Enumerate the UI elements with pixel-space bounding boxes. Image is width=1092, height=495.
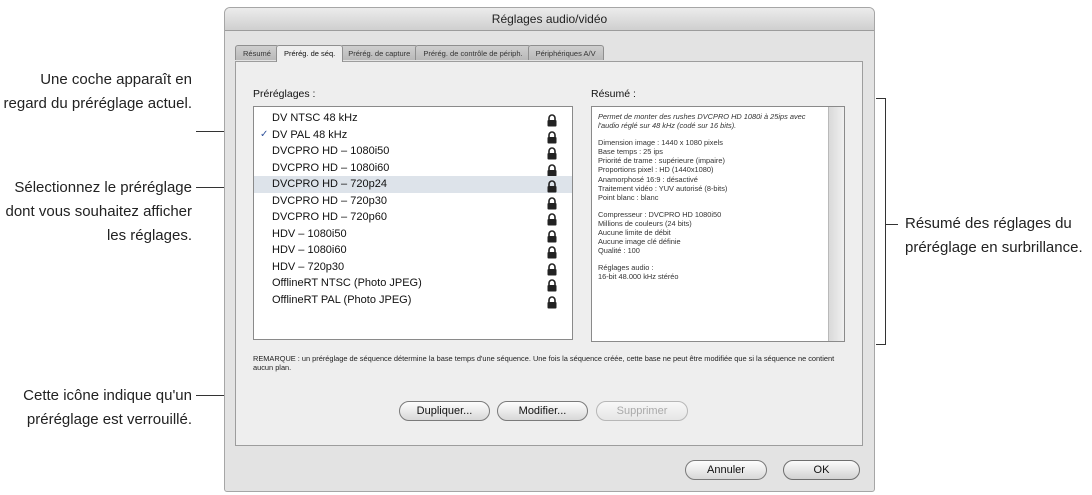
lock-icon bbox=[546, 277, 558, 292]
summary-line: Proportions pixel : HD (1440x1080) bbox=[598, 165, 714, 175]
preset-label: DV PAL 48 kHz bbox=[272, 128, 348, 141]
summary-line: Base temps : 25 ips bbox=[598, 147, 663, 157]
current-checkmark-icon: ✓ bbox=[260, 128, 269, 140]
preset-label: HDV – 720p30 bbox=[272, 260, 345, 273]
preset-label: HDV – 1080i60 bbox=[272, 244, 347, 256]
preset-label: DVCPRO HD – 1080i60 bbox=[272, 161, 390, 174]
summary-block-image: Dimension image : 1440 x 1080 pixels Base… bbox=[598, 138, 818, 202]
presets-heading: Préréglages : bbox=[253, 88, 316, 100]
summary-line: Millions de couleurs (24 bits) bbox=[598, 218, 692, 228]
summary-line: Compresseur : DVCPRO HD 1080i50 bbox=[598, 209, 722, 219]
preset-label: DVCPRO HD – 720p60 bbox=[272, 211, 387, 223]
preset-row[interactable]: HDV – 1080i50 bbox=[254, 226, 572, 242]
preset-label: DVCPRO HD – 720p30 bbox=[272, 194, 387, 207]
ok-button[interactable]: OK bbox=[783, 460, 860, 480]
summary-bracket-bottom bbox=[876, 344, 886, 345]
summary-line: Aucune limite de débit bbox=[598, 228, 671, 238]
summary-line: Traitement vidéo : YUV autorisé (8-bits) bbox=[598, 183, 728, 193]
sequence-presets-panel: Préréglages : Résumé : DV NTSC 48 kHz ✓ DV… bbox=[235, 61, 863, 446]
preset-label: DVCPRO HD – 1080i50 bbox=[272, 145, 390, 157]
duplicate-button[interactable]: Dupliquer... bbox=[399, 401, 490, 421]
summary-block-audio: Réglages audio :16-bit 48.000 kHz stéréo bbox=[598, 263, 818, 281]
summary-bracket bbox=[885, 98, 886, 345]
delete-button[interactable]: Supprimer bbox=[596, 401, 688, 421]
callout-checkmark: Une coche apparaît en regard du prérégla… bbox=[3, 71, 192, 112]
sequence-note: REMARQUE : un préréglage de séquence dét… bbox=[253, 354, 835, 373]
edit-button[interactable]: Modifier... bbox=[497, 401, 588, 421]
summary-line: Réglages audio : bbox=[598, 263, 654, 273]
lock-icon bbox=[546, 261, 558, 275]
audio-video-settings-window: Réglages audio/vidéo Résumé Prérég. de s… bbox=[224, 7, 875, 492]
tab-capture-presets[interactable]: Prérég. de capture bbox=[340, 45, 419, 60]
preset-label: DV NTSC 48 kHz bbox=[272, 112, 358, 124]
tab-bar: Résumé Prérég. de séq. Prérég. de captur… bbox=[235, 45, 604, 62]
callout-summary: Résumé des réglages du préréglage en sur… bbox=[905, 215, 1083, 256]
cancel-button[interactable]: Annuler bbox=[685, 460, 767, 480]
preset-row[interactable]: HDV – 1080i60 bbox=[254, 242, 572, 259]
summary-intro: Permet de monter des rushes DVCPRO HD 10… bbox=[598, 112, 806, 131]
preset-row[interactable]: HDV – 720p30 bbox=[254, 259, 572, 275]
preset-row[interactable]: DVCPRO HD – 720p24 bbox=[254, 176, 572, 193]
callout-select: Sélectionnez le préréglage dont vous sou… bbox=[5, 179, 192, 244]
lock-icon bbox=[546, 294, 558, 308]
lock-icon bbox=[546, 211, 558, 226]
lock-icon bbox=[546, 178, 558, 193]
summary-line: Anamorphosé 16:9 : désactivé bbox=[598, 174, 698, 184]
lock-icon bbox=[546, 129, 558, 143]
summary-bracket-leader bbox=[886, 224, 898, 225]
tab-summary[interactable]: Résumé bbox=[235, 45, 279, 60]
preset-row[interactable]: DV NTSC 48 kHz bbox=[254, 110, 572, 127]
tab-device-control-presets[interactable]: Prérég. de contrôle de périph. bbox=[415, 45, 531, 60]
summary-box: Permet de monter des rushes DVCPRO HD 10… bbox=[591, 106, 845, 342]
preset-row[interactable]: DVCPRO HD – 1080i60 bbox=[254, 160, 572, 176]
summary-line: Qualité : 100 bbox=[598, 246, 640, 256]
lock-icon bbox=[546, 228, 558, 242]
preset-label: DVCPRO HD – 720p24 bbox=[272, 178, 387, 190]
lock-icon bbox=[546, 145, 558, 160]
summary-block-compression: Compresseur : DVCPRO HD 1080i50 Millions … bbox=[598, 210, 818, 255]
lock-icon bbox=[546, 195, 558, 209]
preset-row[interactable]: OfflineRT NTSC (Photo JPEG) bbox=[254, 275, 572, 292]
lock-icon bbox=[546, 112, 558, 127]
preset-row[interactable]: DVCPRO HD – 720p60 bbox=[254, 209, 572, 226]
preset-label: HDV – 1080i50 bbox=[272, 227, 347, 240]
preset-label: OfflineRT NTSC (Photo JPEG) bbox=[272, 277, 422, 289]
summary-bracket-top bbox=[876, 98, 886, 99]
window-title: Réglages audio/vidéo bbox=[225, 8, 874, 31]
summary-line: 16-bit 48.000 kHz stéréo bbox=[598, 272, 679, 282]
preset-row[interactable]: DVCPRO HD – 1080i50 bbox=[254, 143, 572, 160]
summary-text: Permet de monter des rushes DVCPRO HD 10… bbox=[598, 112, 818, 290]
lock-icon bbox=[546, 244, 558, 259]
summary-line: Priorité de trame : supérieure (impaire) bbox=[598, 156, 725, 166]
preset-row[interactable]: DVCPRO HD – 720p30 bbox=[254, 193, 572, 209]
presets-list[interactable]: DV NTSC 48 kHz ✓ DV PAL 48 kHz DVCPRO HD – … bbox=[253, 106, 573, 340]
preset-row[interactable]: OfflineRT PAL (Photo JPEG) bbox=[254, 292, 572, 308]
tab-av-devices[interactable]: Périphériques A/V bbox=[527, 45, 604, 60]
tab-sequence-presets[interactable]: Prérég. de séq. bbox=[275, 45, 344, 62]
preset-label: OfflineRT PAL (Photo JPEG) bbox=[272, 293, 412, 306]
summary-line: Dimension image : 1440 x 1080 pixels bbox=[598, 138, 723, 148]
callout-lock: Cette icône indique qu'un préréglage est… bbox=[23, 387, 192, 428]
summary-line: Aucune image clé définie bbox=[598, 237, 681, 247]
summary-heading: Résumé : bbox=[591, 88, 636, 100]
preset-row[interactable]: ✓ DV PAL 48 kHz bbox=[254, 127, 572, 143]
summary-scrollbar[interactable] bbox=[828, 107, 844, 341]
summary-line: Point blanc : blanc bbox=[598, 192, 659, 202]
lock-icon bbox=[546, 162, 558, 176]
